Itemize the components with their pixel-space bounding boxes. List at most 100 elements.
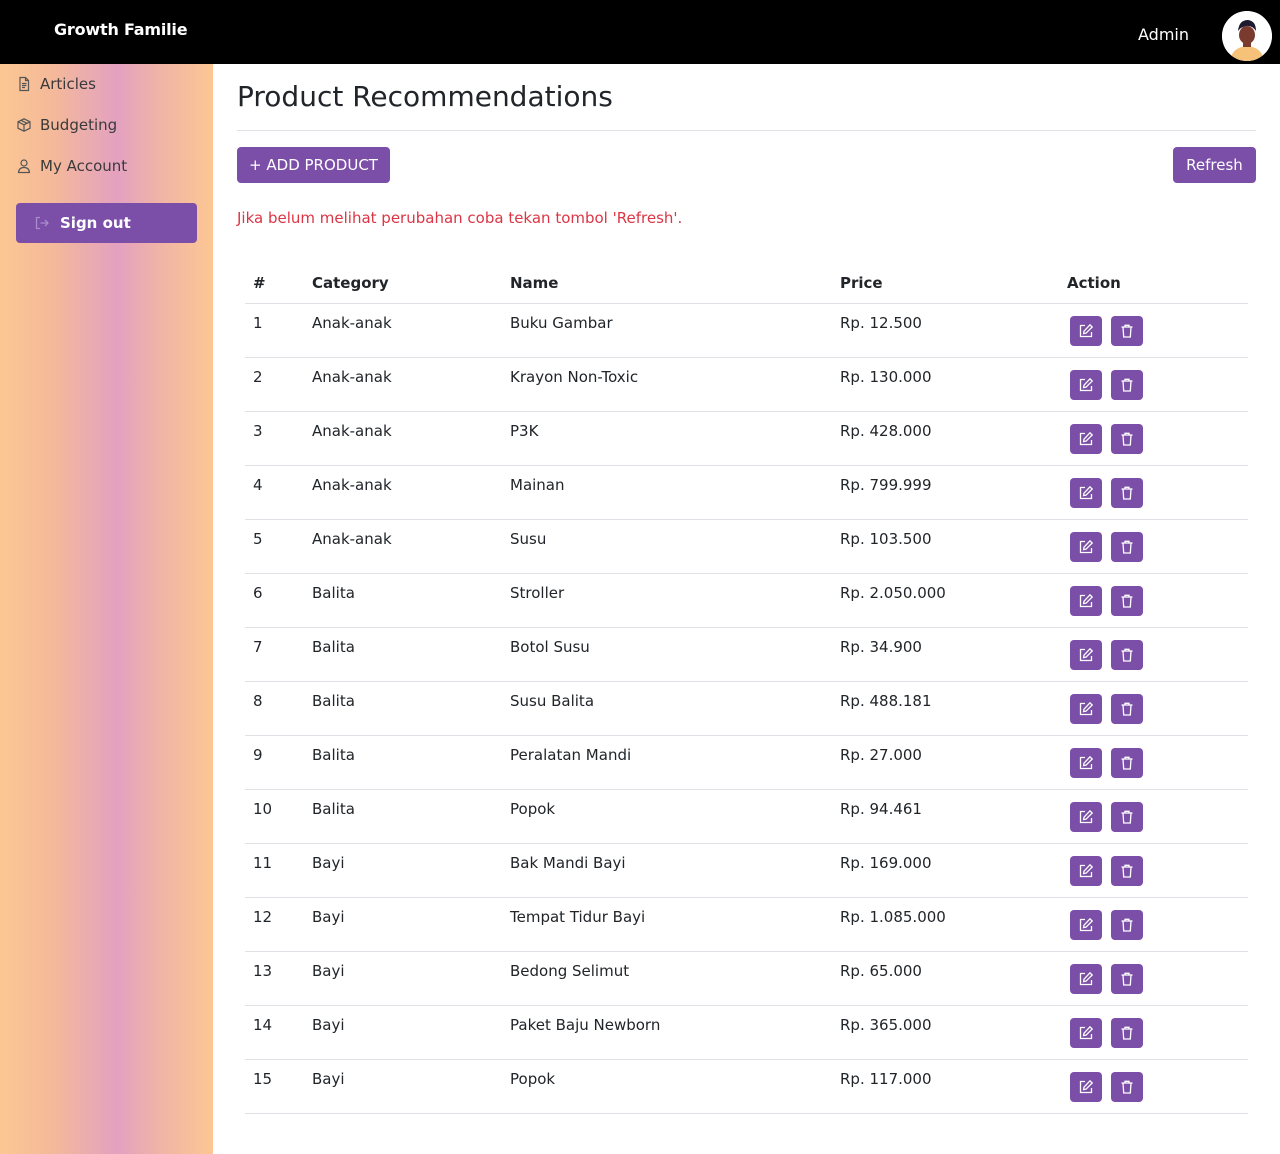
delete-button[interactable] <box>1111 423 1143 454</box>
cell-actions <box>1059 627 1248 682</box>
trash-icon <box>1119 863 1135 879</box>
column-header-number: # <box>245 263 304 304</box>
cell-actions <box>1059 357 1248 412</box>
edit-button[interactable] <box>1070 315 1102 346</box>
edit-button[interactable] <box>1070 747 1102 778</box>
edit-icon <box>1078 431 1094 447</box>
delete-button[interactable] <box>1111 639 1143 670</box>
cell-actions <box>1059 681 1248 736</box>
edit-button[interactable] <box>1070 963 1102 994</box>
table-row: 10 Balita Popok Rp. 94.461 <box>245 789 1248 844</box>
box-icon <box>16 117 32 133</box>
edit-button[interactable] <box>1070 423 1102 454</box>
delete-button[interactable] <box>1111 1071 1143 1102</box>
trash-icon <box>1119 1025 1135 1041</box>
document-icon <box>16 76 32 92</box>
cell-category: Balita <box>304 573 502 628</box>
delete-button[interactable] <box>1111 1017 1143 1048</box>
cell-price: Rp. 27.000 <box>832 735 1059 790</box>
edit-icon <box>1078 1079 1094 1095</box>
edit-button[interactable] <box>1070 1071 1102 1102</box>
trash-icon <box>1119 647 1135 663</box>
admin-name[interactable]: Admin <box>1138 25 1189 44</box>
cell-number: 4 <box>245 465 304 520</box>
cell-category: Anak-anak <box>304 465 502 520</box>
delete-button[interactable] <box>1111 855 1143 886</box>
table-row: 11 Bayi Bak Mandi Bayi Rp. 169.000 <box>245 843 1248 898</box>
edit-button[interactable] <box>1070 855 1102 886</box>
edit-button[interactable] <box>1070 531 1102 562</box>
user-avatar-icon[interactable] <box>1222 11 1272 61</box>
delete-button[interactable] <box>1111 477 1143 508</box>
table-row: 12 Bayi Tempat Tidur Bayi Rp. 1.085.000 <box>245 897 1248 952</box>
trash-icon <box>1119 1079 1135 1095</box>
edit-button[interactable] <box>1070 1017 1102 1048</box>
cell-price: Rp. 65.000 <box>832 951 1059 1006</box>
edit-icon <box>1078 377 1094 393</box>
edit-button[interactable] <box>1070 639 1102 670</box>
cell-category: Balita <box>304 627 502 682</box>
cell-category: Bayi <box>304 1005 502 1060</box>
cell-name: Popok <box>502 1059 832 1114</box>
user-icon <box>16 158 32 174</box>
trash-icon <box>1119 431 1135 447</box>
edit-button[interactable] <box>1070 369 1102 400</box>
edit-button[interactable] <box>1070 693 1102 724</box>
edit-button[interactable] <box>1070 801 1102 832</box>
column-header-action: Action <box>1059 263 1248 304</box>
title-divider <box>237 130 1256 131</box>
cell-number: 10 <box>245 789 304 844</box>
cell-name: Stroller <box>502 573 832 628</box>
delete-button[interactable] <box>1111 531 1143 562</box>
delete-button[interactable] <box>1111 369 1143 400</box>
sign-out-button[interactable]: Sign out <box>16 203 197 243</box>
brand-logo[interactable]: Growth Familie <box>54 20 188 39</box>
delete-button[interactable] <box>1111 315 1143 346</box>
trash-icon <box>1119 593 1135 609</box>
trash-icon <box>1119 323 1135 339</box>
table-header-row: # Category Name Price Action <box>245 263 1248 304</box>
cell-price: Rp. 12.500 <box>832 303 1059 358</box>
trash-icon <box>1119 485 1135 501</box>
delete-button[interactable] <box>1111 963 1143 994</box>
cell-name: Peralatan Mandi <box>502 735 832 790</box>
cell-name: Krayon Non-Toxic <box>502 357 832 412</box>
refresh-button[interactable]: Refresh <box>1173 147 1256 183</box>
cell-number: 5 <box>245 519 304 574</box>
delete-button[interactable] <box>1111 909 1143 940</box>
cell-category: Anak-anak <box>304 411 502 466</box>
cell-category: Anak-anak <box>304 519 502 574</box>
edit-icon <box>1078 701 1094 717</box>
delete-button[interactable] <box>1111 747 1143 778</box>
delete-button[interactable] <box>1111 801 1143 832</box>
edit-button[interactable] <box>1070 477 1102 508</box>
cell-actions <box>1059 1059 1248 1114</box>
table-row: 3 Anak-anak P3K Rp. 428.000 <box>245 411 1248 466</box>
cell-price: Rp. 488.181 <box>832 681 1059 736</box>
cell-name: Botol Susu <box>502 627 832 682</box>
cell-price: Rp. 103.500 <box>832 519 1059 574</box>
trash-icon <box>1119 701 1135 717</box>
add-product-button[interactable]: + ADD PRODUCT <box>237 147 390 183</box>
cell-name: Popok <box>502 789 832 844</box>
edit-button[interactable] <box>1070 909 1102 940</box>
sidebar-item-my-account[interactable]: My Account <box>16 154 127 178</box>
refresh-notice: Jika belum melihat perubahan coba tekan … <box>237 209 683 227</box>
cell-category: Balita <box>304 681 502 736</box>
cell-number: 12 <box>245 897 304 952</box>
trash-icon <box>1119 755 1135 771</box>
cell-number: 7 <box>245 627 304 682</box>
trash-icon <box>1119 539 1135 555</box>
edit-icon <box>1078 1025 1094 1041</box>
edit-button[interactable] <box>1070 585 1102 616</box>
sidebar-item-budgeting[interactable]: Budgeting <box>16 113 117 137</box>
table-row: 4 Anak-anak Mainan Rp. 799.999 <box>245 465 1248 520</box>
delete-button[interactable] <box>1111 585 1143 616</box>
cell-actions <box>1059 951 1248 1006</box>
cell-actions <box>1059 843 1248 898</box>
trash-icon <box>1119 377 1135 393</box>
delete-button[interactable] <box>1111 693 1143 724</box>
sidebar-item-articles[interactable]: Articles <box>16 72 96 96</box>
sidebar-item-label: Budgeting <box>40 116 118 134</box>
cell-actions <box>1059 411 1248 466</box>
